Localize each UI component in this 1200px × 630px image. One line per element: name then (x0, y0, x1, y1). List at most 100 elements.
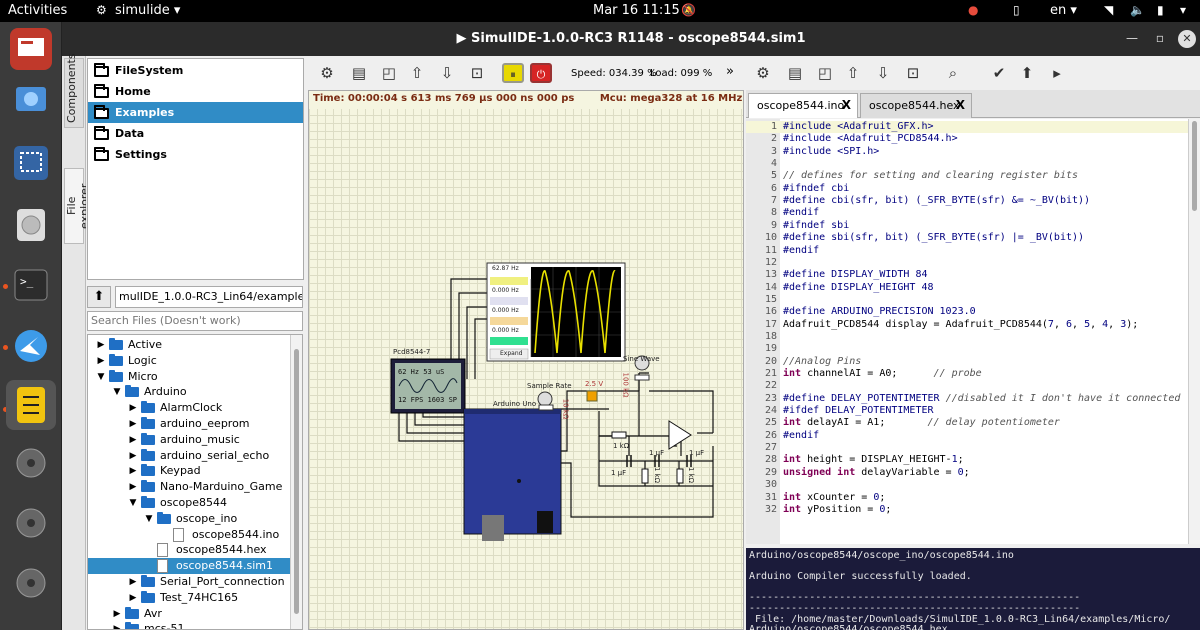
chevron-right-icon[interactable]: ▶ (112, 621, 122, 629)
editor-settings-gear-icon[interactable]: ⚙ (752, 63, 774, 83)
sample-rate-potentiometer[interactable] (537, 391, 554, 411)
location-item-home[interactable]: Home (88, 81, 303, 102)
tree-folder-item[interactable]: ▶ arduino_serial_echo (88, 448, 291, 464)
compile-check-icon[interactable]: ✔ (988, 63, 1010, 83)
chevron-right-icon[interactable]: ▶ (128, 574, 138, 590)
code-line[interactable]: 3 #include <SPI.h> (746, 146, 1196, 158)
code-line[interactable]: 31 int xCounter = 0; (746, 492, 1196, 504)
location-item-examples[interactable]: Examples (88, 102, 303, 123)
oscope-expand-button[interactable]: Expand (500, 350, 522, 357)
clock[interactable]: Mar 16 11:15 (593, 3, 680, 18)
tree-folder-item[interactable]: ▼ oscope8544 (88, 495, 291, 511)
tree-file-item[interactable]: oscope8544.ino (88, 527, 291, 543)
code-line[interactable]: 25 int delayAI = A1; // delay potentiomet… (746, 417, 1196, 429)
power-stop-icon[interactable]: ⏻ (530, 63, 552, 83)
tree-folder-item[interactable]: ▼ Micro (88, 369, 291, 385)
code-line[interactable]: 24 #ifdef DELAY_POTENTIMETER (746, 405, 1196, 417)
voltage-source[interactable] (586, 390, 598, 402)
chevron-right-icon[interactable]: ▶ (128, 448, 138, 464)
code-line[interactable]: 2 #include <Adafruit_PCD8544.h> (746, 133, 1196, 145)
tree-folder-item[interactable]: ▶ Keypad (88, 463, 291, 479)
editor-open-icon[interactable]: ⇧ (842, 63, 864, 83)
tree-folder-item[interactable]: ▶ arduino_eeprom (88, 416, 291, 432)
resistor[interactable] (676, 468, 684, 484)
code-line[interactable]: 12 (746, 257, 1196, 269)
code-line[interactable]: 19 (746, 343, 1196, 355)
code-line[interactable]: 6 #ifndef cbi (746, 183, 1196, 195)
code-line[interactable]: 14 #define DISPLAY_HEIGHT 48 (746, 282, 1196, 294)
chevron-right-icon[interactable]: ▶ (112, 606, 122, 622)
chevron-right-icon[interactable]: ▶ (128, 400, 138, 416)
code-line[interactable]: 9 #ifndef sbi (746, 220, 1196, 232)
language-indicator[interactable]: en ▾ (1050, 3, 1077, 18)
dock-app-screenshot-icon[interactable] (10, 78, 52, 120)
scrollbar-thumb[interactable] (1192, 121, 1197, 211)
code-line[interactable]: 4 (746, 158, 1196, 170)
dock-app-simulide-icon[interactable] (6, 380, 56, 430)
activities-button[interactable]: Activities (8, 3, 67, 18)
notifications-off-icon[interactable]: 🔕 (681, 3, 696, 17)
system-menu-chevron-icon[interactable]: ▾ (1180, 3, 1186, 17)
up-directory-button[interactable]: ⬆ (87, 286, 111, 308)
code-line[interactable]: 26 #endif (746, 430, 1196, 442)
code-line[interactable]: 11 #endif (746, 245, 1196, 257)
tree-folder-item[interactable]: ▶ mcs-51 (88, 621, 291, 629)
open-folder-icon[interactable]: ⇧ (406, 63, 428, 83)
output-console[interactable]: Arduino/oscope8544/oscope_ino/oscope8544… (746, 548, 1200, 630)
save-icon[interactable]: ⇩ (436, 63, 458, 83)
tree-folder-item[interactable]: ▼ oscope_ino (88, 511, 291, 527)
code-line[interactable]: 20 //Analog Pins (746, 356, 1196, 368)
editor-new-file-icon[interactable]: ◰ (814, 63, 836, 83)
close-tab-icon[interactable]: X (956, 94, 965, 117)
chevron-down-icon[interactable]: ▼ (144, 511, 154, 527)
code-line[interactable]: 16 #define ARDUINO_PRECISION 1023.0 (746, 306, 1196, 318)
tab-oscope8544-hex[interactable]: oscope8544.hex X (860, 93, 972, 118)
chevron-right-icon[interactable]: ▶ (128, 432, 138, 448)
chevron-down-icon[interactable]: ▼ (112, 384, 122, 400)
code-line[interactable]: 21 int channelAI = A0; // probe (746, 368, 1196, 380)
code-line[interactable]: 27 (746, 442, 1196, 454)
tree-file-item[interactable]: oscope8544.hex (88, 542, 291, 558)
tree-folder-item[interactable]: ▼ Arduino (88, 384, 291, 400)
new-file-icon[interactable]: ◰ (378, 63, 400, 83)
circuit-canvas[interactable]: Time: 00:00:04 s 613 ms 769 µs 000 ns 00… (308, 90, 744, 630)
code-line[interactable]: 32 int yPosition = 0; (746, 504, 1196, 516)
chevron-right-icon[interactable]: ▶ (96, 337, 106, 353)
dock-app-screen-capture-icon[interactable] (10, 142, 52, 184)
tree-folder-item[interactable]: ▶ Nano-Marduino_Game (88, 479, 291, 495)
editor-save-as-icon[interactable]: ⊡ (902, 63, 924, 83)
scrollbar-thumb[interactable] (294, 349, 299, 614)
dock-app-disk-icon[interactable] (10, 442, 52, 484)
volume-icon[interactable]: 🔈 (1130, 3, 1145, 17)
tree-folder-item[interactable]: ▶ Active (88, 337, 291, 353)
settings-gear-icon[interactable]: ⚙ (316, 63, 338, 83)
chevron-right-icon[interactable]: ▶ (128, 463, 138, 479)
code-line[interactable]: 1 #include <Adafruit_GFX.h> (746, 121, 1196, 134)
dock-app-terminal-icon[interactable]: >_ (10, 264, 52, 306)
path-input[interactable]: mulIDE_1.0.0-RC3_Lin64/examples (115, 286, 303, 308)
tab-components[interactable]: Components (64, 53, 84, 128)
editor-save-icon[interactable]: ⇩ (872, 63, 894, 83)
code-line[interactable]: 22 (746, 380, 1196, 392)
maximize-icon[interactable]: ▫ (1156, 31, 1164, 45)
chevron-down-icon[interactable]: ▼ (96, 369, 106, 385)
toolbar-overflow-icon[interactable]: » (726, 64, 734, 79)
arduino-uno-board[interactable] (463, 408, 562, 541)
save-as-icon[interactable]: ⊡ (466, 63, 488, 83)
location-item-settings[interactable]: Settings (88, 144, 303, 165)
clipboard-icon[interactable]: ▯ (1013, 3, 1020, 17)
code-line[interactable]: 8 #endif (746, 207, 1196, 219)
code-line[interactable]: 28 int height = DISPLAY_HEIGHT-1; (746, 454, 1196, 466)
resistor[interactable] (611, 431, 627, 439)
pause-simulation-icon[interactable]: ⏸ (502, 63, 524, 83)
location-item-data[interactable]: Data (88, 123, 303, 144)
chevron-down-icon[interactable]: ▼ (128, 495, 138, 511)
find-replace-icon[interactable]: ⌕ (942, 63, 964, 83)
code-scrollbar[interactable] (1188, 119, 1200, 544)
window-titlebar[interactable]: ▶ SimulIDE-1.0.0-RC3 R1148 - oscope8544.… (62, 22, 1200, 56)
close-tab-icon[interactable]: X (842, 94, 851, 117)
tab-file-explorer[interactable]: File explorer (64, 168, 91, 244)
app-menu-button[interactable]: simulide ▾ (115, 3, 180, 18)
wifi-icon[interactable]: ◥ (1104, 3, 1113, 17)
tree-folder-item[interactable]: ▶ Avr (88, 606, 291, 622)
